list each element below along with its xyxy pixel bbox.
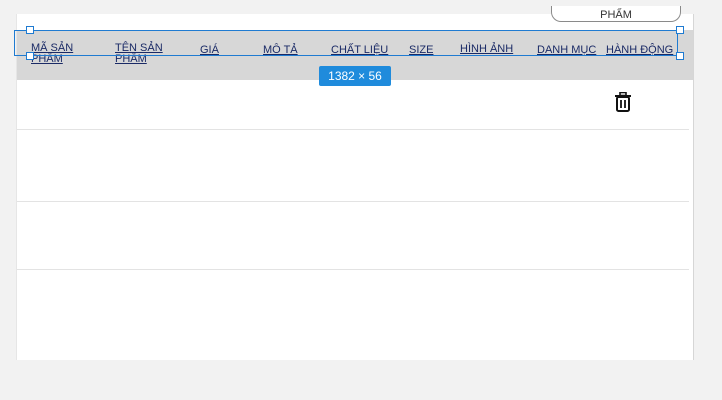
resize-handle-bottom-left[interactable]: [26, 52, 34, 60]
resize-handle-top-right[interactable]: [676, 26, 684, 34]
trash-icon[interactable]: [614, 92, 632, 112]
resize-handle-top-left[interactable]: [26, 26, 34, 34]
row-divider: [17, 201, 689, 202]
selection-box: [14, 30, 678, 56]
resize-handle-bottom-right[interactable]: [676, 52, 684, 60]
add-product-button[interactable]: PHẨM: [551, 6, 681, 22]
row-divider: [17, 269, 689, 270]
row-divider: [17, 129, 689, 130]
dimension-badge: 1382 × 56: [319, 66, 391, 86]
